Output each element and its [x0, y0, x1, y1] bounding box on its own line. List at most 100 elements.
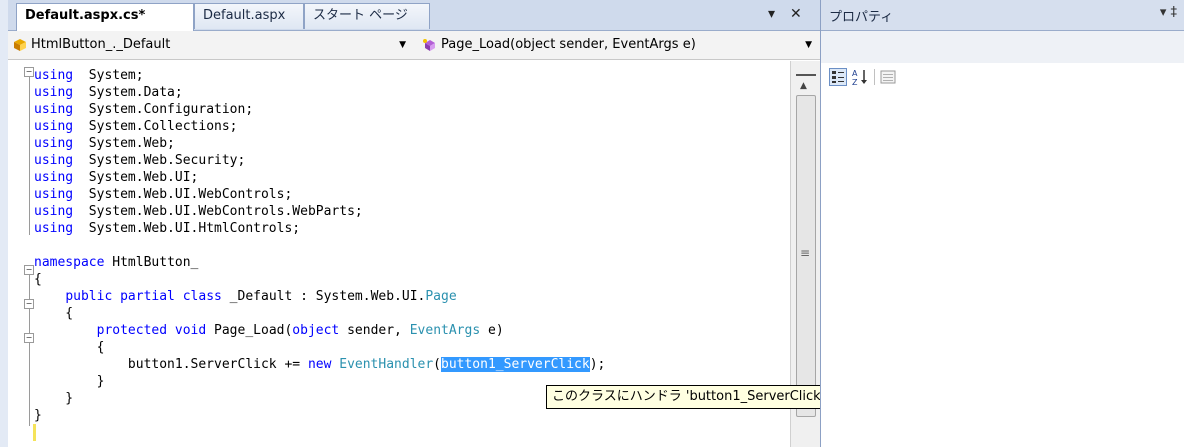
code-token: System.Data; — [73, 85, 183, 100]
pin-icon[interactable]: ▾ ‡ — [1160, 5, 1177, 20]
code-token: System.Web.UI.WebControls.WebParts; — [73, 204, 363, 219]
splitter-handle[interactable] — [796, 64, 816, 76]
code-line[interactable]: protected void Page_Load(object sender, … — [34, 322, 504, 339]
code-token: System.Web.UI; — [73, 170, 199, 185]
code-line[interactable]: } — [34, 390, 73, 407]
code-line[interactable]: using System.Web.UI; — [34, 169, 198, 186]
code-line[interactable]: button1.ServerClick += new EventHandler(… — [34, 356, 605, 373]
code-line[interactable]: using System; — [34, 67, 144, 84]
collapse-namespace-icon[interactable]: − — [24, 265, 34, 275]
code-token: e) — [480, 323, 504, 338]
code-token: using — [34, 187, 74, 202]
close-document-icon[interactable]: ✕ — [790, 6, 802, 22]
code-token: using — [34, 102, 74, 117]
svg-text:Z: Z — [852, 78, 858, 86]
code-token: HtmlButton_ — [104, 255, 199, 270]
code-line[interactable]: public partial class _Default : System.W… — [34, 288, 457, 305]
code-editor-window: Default.aspx.cs* Default.aspx スタート ページ ▾… — [8, 0, 1059, 447]
code-token: using — [34, 170, 74, 185]
member-combo[interactable]: Page_Load(object sender, EventArgs e) ▼ — [422, 34, 816, 56]
outline-line — [29, 269, 30, 426]
document-tab-bar: Default.aspx.cs* Default.aspx スタート ページ ▾… — [8, 0, 820, 31]
categorized-icon[interactable] — [829, 68, 847, 86]
code-line[interactable]: { — [34, 271, 42, 288]
tab-start-page[interactable]: スタート ページ — [304, 3, 430, 29]
code-line[interactable]: using System.Web.UI.WebControls; — [34, 186, 292, 203]
code-line[interactable]: using System.Web.Security; — [34, 152, 245, 169]
scroll-up-icon[interactable]: ▲ — [800, 81, 807, 91]
class-icon — [14, 38, 26, 51]
properties-toolbar: A Z — [821, 63, 1184, 91]
code-token: ); — [589, 357, 606, 372]
code-token: sender, — [339, 323, 410, 338]
code-token: using — [34, 85, 74, 100]
properties-title: プロパティ — [829, 10, 894, 25]
code-line[interactable]: { — [34, 305, 73, 322]
code-line[interactable]: { — [34, 339, 105, 356]
properties-window: プロパティ ▾ ‡ A Z — [820, 0, 1184, 447]
code-token: System.Configuration; — [73, 102, 254, 117]
code-line[interactable]: using System.Web; — [34, 135, 175, 152]
code-line[interactable]: } — [34, 373, 105, 390]
code-token: System.Web.UI.WebControls; — [73, 187, 293, 202]
collapse-class-icon[interactable]: − — [24, 299, 34, 309]
method-icon — [423, 38, 435, 51]
code-token: using — [34, 68, 74, 83]
toolbar-separator — [874, 69, 875, 85]
code-line[interactable]: using System.Web.UI.WebControls.WebParts… — [34, 203, 363, 220]
code-token: ( — [433, 357, 441, 372]
code-line[interactable]: using System.Data; — [34, 84, 183, 101]
navigation-bar: HtmlButton_._Default ▼ Page_Load(object … — [8, 31, 820, 60]
outline-line — [29, 71, 30, 235]
code-token: System.Web.UI.HtmlControls; — [73, 221, 301, 236]
chevron-down-icon: ▼ — [399, 40, 406, 50]
code-token: protected void — [96, 323, 207, 338]
code-line[interactable]: using System.Configuration; — [34, 101, 253, 118]
changed-line-marker — [33, 424, 36, 441]
code-token: using — [34, 204, 74, 219]
code-token: System; — [73, 68, 144, 83]
code-token: { — [34, 272, 42, 287]
code-token: button1.ServerClick += — [34, 357, 308, 372]
code-token: Page_Load( — [206, 323, 293, 338]
code-token: using — [34, 119, 74, 134]
code-token: object — [292, 323, 340, 338]
code-token: { — [34, 306, 74, 321]
properties-object-selector[interactable] — [821, 31, 1184, 63]
selected-identifier: button1_ServerClick — [441, 357, 590, 372]
code-token: } — [34, 408, 42, 423]
code-line[interactable]: } — [34, 407, 42, 424]
alphabetical-icon[interactable]: A Z — [851, 68, 869, 86]
code-token: System.Web; — [73, 136, 175, 151]
svg-text:A: A — [852, 69, 858, 78]
code-token: namespace — [34, 255, 105, 270]
code-token: _Default : System.Web.UI. — [221, 289, 426, 304]
tab-default-aspx[interactable]: Default.aspx — [194, 3, 304, 29]
code-token: EventArgs — [409, 323, 481, 338]
code-token: { — [34, 340, 105, 355]
code-line[interactable]: using System.Web.UI.HtmlControls; — [34, 220, 300, 237]
code-token: new — [307, 357, 332, 372]
scroll-grip-icon: ≡ — [800, 246, 811, 260]
code-token: public partial class — [65, 289, 222, 304]
properties-title-bar: プロパティ ▾ ‡ — [821, 0, 1184, 31]
class-combo[interactable]: HtmlButton_._Default ▼ — [12, 34, 410, 56]
tab-list-dropdown-icon[interactable]: ▾ — [768, 6, 775, 22]
code-token: EventHandler — [339, 357, 434, 372]
chevron-down-icon: ▼ — [805, 40, 812, 50]
code-token: Page — [425, 289, 457, 304]
collapse-using-icon[interactable]: − — [24, 67, 34, 77]
code-token: using — [34, 136, 74, 151]
code-token: System.Collections; — [73, 119, 238, 134]
tab-default-aspx-cs[interactable]: Default.aspx.cs* — [16, 3, 194, 31]
collapse-method-icon[interactable]: − — [24, 333, 34, 343]
member-combo-value: Page_Load(object sender, EventArgs e) — [441, 37, 696, 52]
code-token: System.Web.Security; — [73, 153, 246, 168]
code-line[interactable]: using System.Collections; — [34, 118, 238, 135]
class-combo-value: HtmlButton_._Default — [31, 37, 171, 52]
code-token: using — [34, 221, 74, 236]
code-line[interactable]: namespace HtmlButton_ — [34, 254, 198, 271]
property-pages-icon[interactable] — [879, 68, 897, 86]
